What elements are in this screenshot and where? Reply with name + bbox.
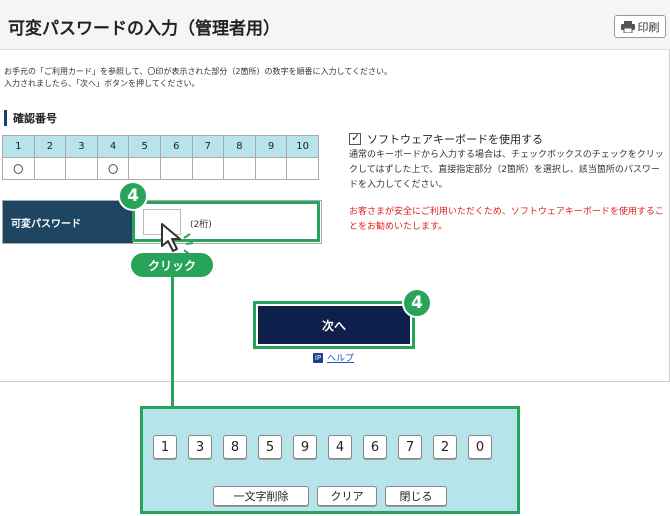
backspace-button[interactable]: 一文字削除 bbox=[213, 486, 309, 506]
software-keyboard-toggle[interactable]: ソフトウェアキーボードを使用する bbox=[349, 131, 543, 147]
software-keypad: 1385946720 一文字削除 クリア 閉じる bbox=[140, 406, 520, 514]
grid-header-cell: 7 bbox=[191, 135, 225, 158]
grid-mark-cell bbox=[191, 157, 225, 180]
grid-mark-cell bbox=[159, 157, 193, 180]
grid-mark-cell: 〇 bbox=[96, 157, 130, 180]
grid-header-cell: 10 bbox=[286, 135, 319, 158]
grid-mark-cell bbox=[65, 157, 98, 180]
grid-header-cell: 3 bbox=[65, 135, 98, 158]
keypad-key[interactable]: 5 bbox=[258, 435, 282, 459]
keypad-key[interactable]: 0 bbox=[468, 435, 492, 459]
software-keyboard-description: 通常のキーボードから入力する場合は、チェックボックスのチェックをクリックしてはず… bbox=[349, 150, 664, 190]
software-keyboard-warning: お客さまが安全にご利用いただくため、ソフトウェアキーボードを使用することをお勧め… bbox=[349, 207, 664, 232]
confirm-heading: 確認番号 bbox=[4, 110, 57, 126]
keypad-key[interactable]: 7 bbox=[398, 435, 422, 459]
print-label: 印刷 bbox=[637, 20, 660, 34]
printer-icon bbox=[620, 20, 635, 33]
grid-mark-cell: 〇 bbox=[2, 157, 35, 180]
grid-header-cell: 9 bbox=[254, 135, 288, 158]
keypad-key[interactable]: 9 bbox=[293, 435, 317, 459]
keypad-key[interactable]: 4 bbox=[328, 435, 352, 459]
confirm-grid: 1 2 3 4 5 6 7 8 9 10 〇 〇 bbox=[2, 135, 319, 180]
page: 可変パスワードの入力（管理者用） 印刷 お手元の「ご利用カード」を参照して、〇印… bbox=[0, 0, 670, 382]
grid-header-cell: 6 bbox=[159, 135, 193, 158]
print-button[interactable]: 印刷 bbox=[614, 15, 666, 38]
keypad-key[interactable]: 2 bbox=[433, 435, 457, 459]
callout-connector bbox=[171, 277, 174, 407]
grid-header-cell: 2 bbox=[33, 135, 67, 158]
instructions: お手元の「ご利用カード」を参照して、〇印が表示された部分（2箇所）の数字を順番に… bbox=[4, 66, 392, 90]
page-header: 可変パスワードの入力（管理者用） 印刷 bbox=[0, 0, 670, 50]
grid-header-cell: 5 bbox=[128, 135, 161, 158]
grid-mark-cell bbox=[223, 157, 256, 180]
step-badge-input: 4 bbox=[118, 181, 148, 211]
grid-mark-cell bbox=[128, 157, 161, 180]
keypad-key[interactable]: 6 bbox=[363, 435, 387, 459]
software-keyboard-checkbox[interactable] bbox=[349, 131, 361, 145]
software-keyboard-label: ソフトウェアキーボードを使用する bbox=[367, 133, 543, 146]
grid-header-cell: 8 bbox=[223, 135, 256, 158]
help-icon: iP bbox=[313, 352, 323, 363]
instruction-line-2: 入力されましたら、「次へ」ボタンを押してください。 bbox=[4, 79, 200, 88]
keypad-key[interactable]: 3 bbox=[188, 435, 212, 459]
password-label: 可変パスワード bbox=[3, 201, 133, 243]
grid-mark-cell bbox=[254, 157, 288, 180]
instruction-line-1: お手元の「ご利用カード」を参照して、〇印が表示された部分（2箇所）の数字を順番に… bbox=[4, 67, 392, 76]
page-title: 可変パスワードの入力（管理者用） bbox=[8, 19, 280, 39]
close-button[interactable]: 閉じる bbox=[385, 486, 447, 506]
grid-mark-cell bbox=[286, 157, 319, 180]
clear-button[interactable]: クリア bbox=[317, 486, 377, 506]
grid-header-cell: 4 bbox=[96, 135, 130, 158]
grid-header-cell: 1 bbox=[2, 135, 35, 158]
keypad-key[interactable]: 1 bbox=[153, 435, 177, 459]
grid-mark-cell bbox=[33, 157, 67, 180]
keypad-key[interactable]: 8 bbox=[223, 435, 247, 459]
help-link[interactable]: iP ヘルプ bbox=[313, 351, 354, 364]
next-button[interactable]: 次へ bbox=[258, 306, 410, 344]
help-label[interactable]: ヘルプ bbox=[327, 351, 354, 364]
step-badge-next: 4 bbox=[402, 288, 432, 318]
click-callout: クリック bbox=[131, 253, 213, 277]
